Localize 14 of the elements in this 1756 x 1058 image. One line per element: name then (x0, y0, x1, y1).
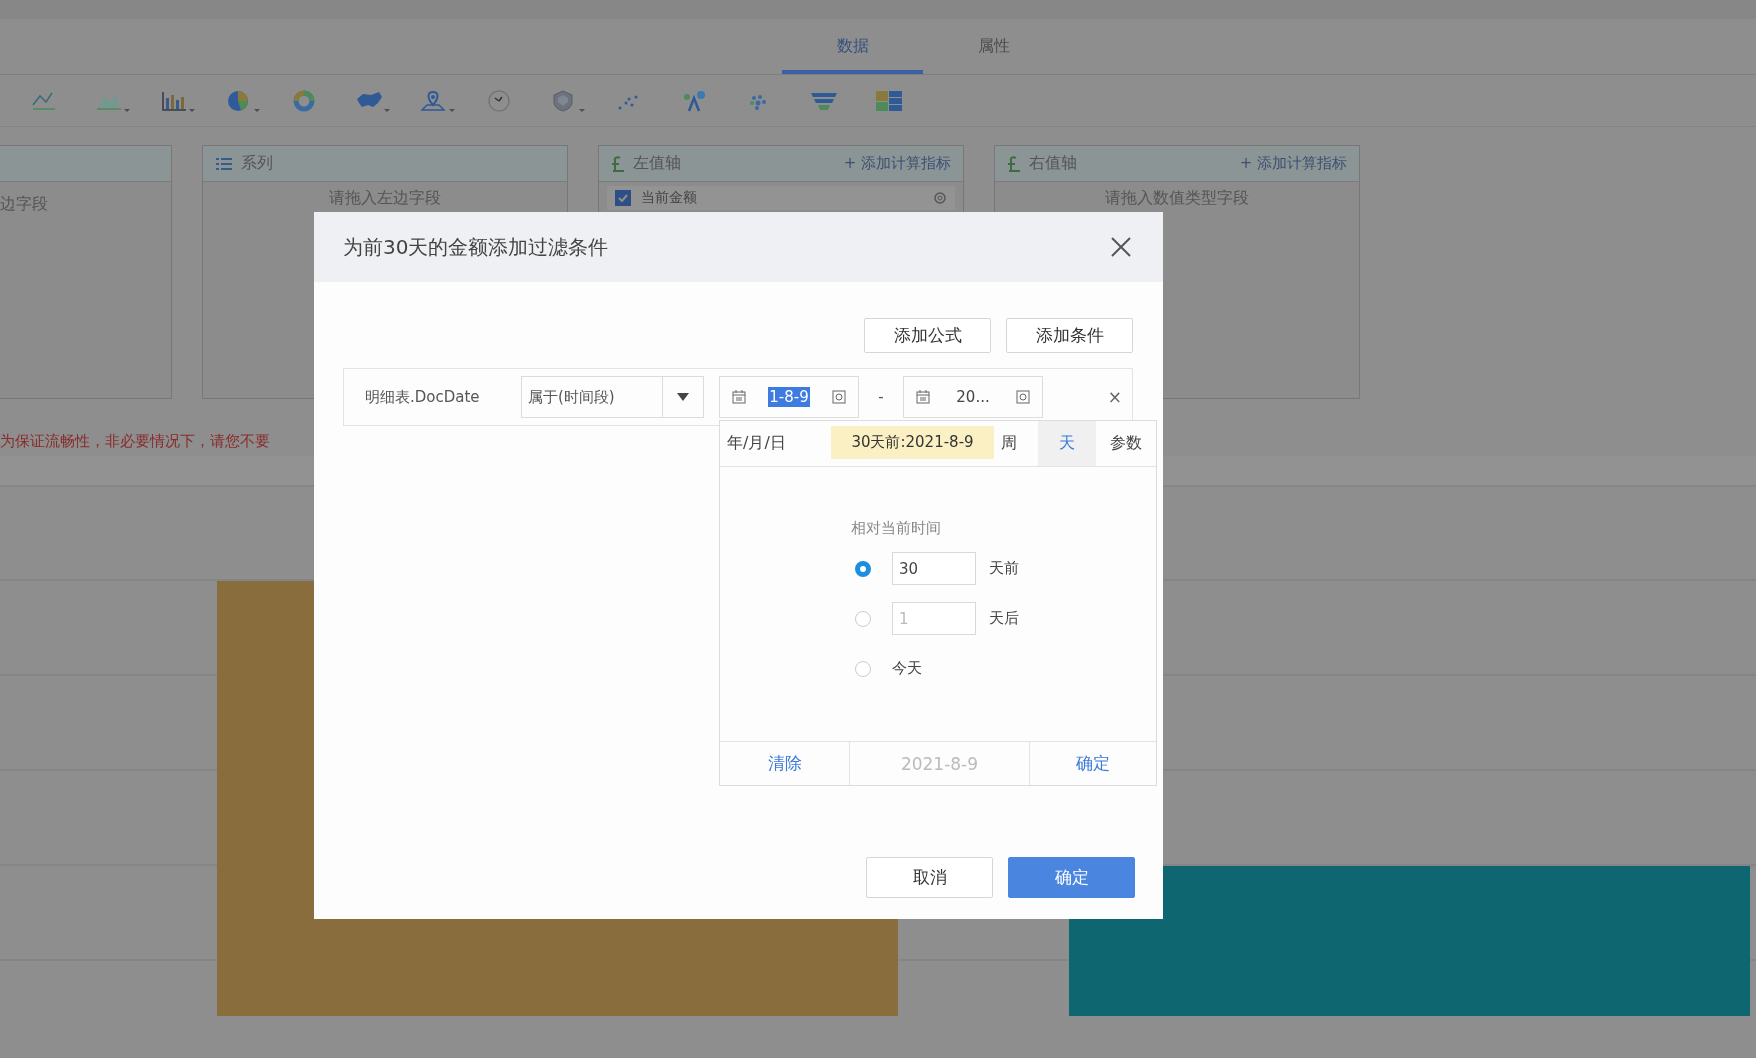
dialog-title: 为前30天的金额添加过滤条件 (343, 233, 609, 261)
field-name: 明细表.DocDate (365, 387, 481, 407)
section-label: 相对当前时间 (851, 519, 942, 538)
date-preview: 2021-8-9 (850, 742, 1030, 785)
panel-title: 右值轴 (1029, 153, 1077, 174)
tooltip: 30天前:2021-8-9 (831, 426, 994, 459)
range-separator: - (877, 388, 885, 406)
warning-text: 为保证流畅性，非必要情况下，请您不要 (0, 432, 270, 452)
panel-title: 系列 (241, 153, 273, 174)
panel-title: 左值轴 (633, 153, 681, 174)
option-label: 天后 (989, 609, 1019, 628)
option-label: 天前 (989, 559, 1019, 578)
field-label: 当前金额 (641, 189, 697, 207)
option-label: 今天 (892, 659, 922, 678)
